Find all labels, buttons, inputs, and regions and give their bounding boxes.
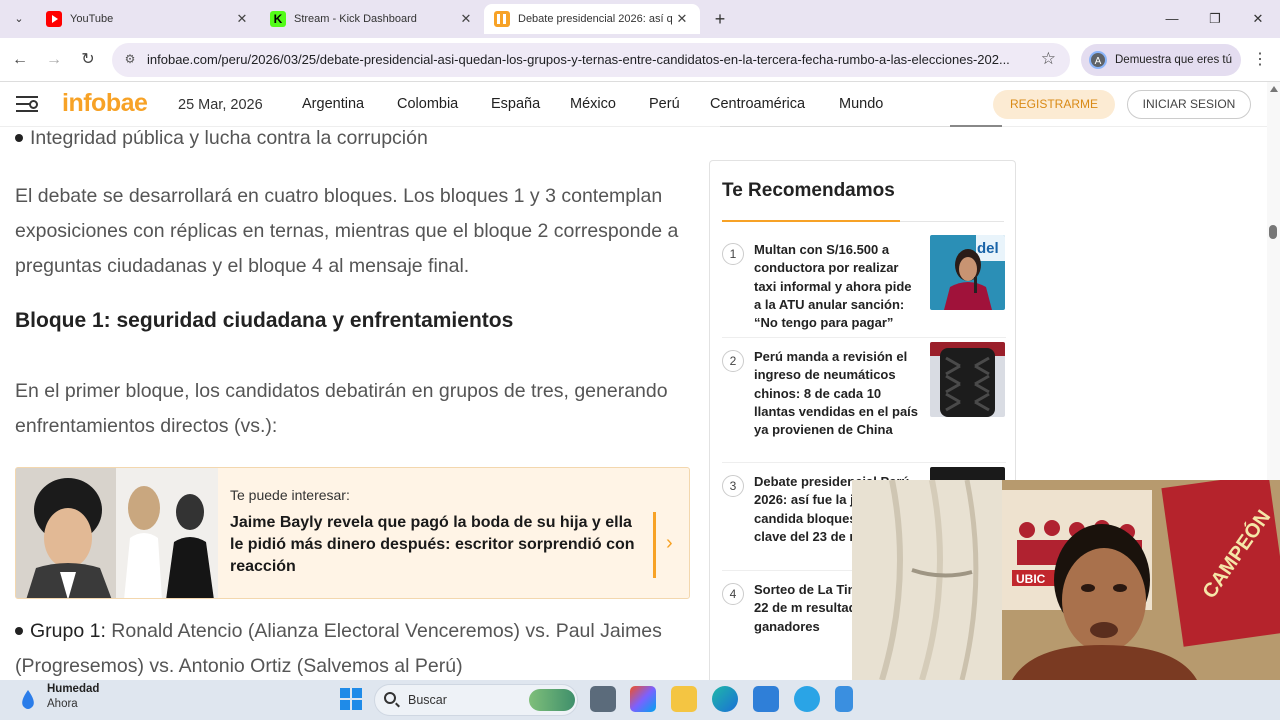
tab-title: Stream - Kick Dashboard: [294, 13, 417, 25]
task-view-icon[interactable]: [590, 686, 616, 712]
close-window-icon[interactable]: ✕: [1238, 6, 1278, 32]
profile-chip[interactable]: A Demuestra que eres tú: [1081, 44, 1241, 76]
tab-kick-dashboard[interactable]: K Stream - Kick Dashboard ✕: [260, 4, 484, 34]
rank-badge: 2: [722, 350, 744, 372]
related-kicker: Te puede interesar:: [230, 487, 350, 503]
related-article-image: [16, 468, 218, 598]
taskbar-search-label: Buscar: [408, 693, 447, 707]
store-icon[interactable]: [753, 686, 779, 712]
recommended-title[interactable]: Perú manda a revisión el ingreso de neum…: [754, 348, 919, 439]
menu-search-icon[interactable]: [16, 94, 40, 114]
minimize-icon[interactable]: —: [1152, 6, 1192, 32]
bullet-dot: [15, 134, 23, 142]
scrollbar-thumb[interactable]: [1269, 225, 1277, 239]
header-date: 25 Mar, 2026: [178, 97, 263, 113]
tab-title: YouTube: [70, 13, 114, 25]
tab-youtube[interactable]: YouTube ✕: [36, 4, 260, 34]
grupo-1-label: Grupo 1:: [30, 620, 106, 642]
infobae-logo[interactable]: infobae: [62, 89, 148, 118]
nav-centroamerica[interactable]: Centroamérica: [710, 96, 805, 112]
recommended-title[interactable]: Multan con S/16.500 a conductora por rea…: [754, 241, 919, 332]
weather-app-icon[interactable]: [794, 686, 820, 712]
grupo-1-item: Grupo 1: Ronald Atencio (Alianza Elector…: [15, 614, 695, 684]
sidebar-title: Te Recomendamos: [722, 180, 895, 201]
search-highlight-image: [529, 689, 575, 711]
nav-espana[interactable]: España: [491, 96, 540, 112]
article-paragraph: En el primer bloque, los candidatos deba…: [15, 380, 668, 437]
chevron-right-icon[interactable]: ›: [666, 532, 673, 555]
url-text[interactable]: infobae.com/peru/2026/03/25/debate-presi…: [147, 52, 1032, 67]
kick-favicon-icon: K: [270, 11, 286, 27]
nav-mexico[interactable]: México: [570, 96, 616, 112]
close-tab-icon[interactable]: ✕: [458, 11, 474, 27]
recommended-thumbnail[interactable]: [930, 342, 1005, 417]
site-info-icon[interactable]: ⚙: [122, 51, 138, 67]
nav-argentina[interactable]: Argentina: [302, 96, 364, 112]
file-explorer-icon[interactable]: [671, 686, 697, 712]
weather-subtitle[interactable]: Ahora: [47, 698, 78, 710]
tab-infobae-debate[interactable]: Debate presidencial 2026: así q ✕: [484, 4, 700, 34]
nav-peru[interactable]: Perú: [649, 96, 680, 112]
humidity-drop-icon[interactable]: [16, 688, 40, 712]
related-title[interactable]: Jaime Bayly revela que pagó la boda de s…: [230, 512, 640, 578]
profile-avatar-icon: A: [1089, 51, 1107, 69]
copilot-icon[interactable]: [630, 686, 656, 712]
article-paragraph: El debate se desarrollará en cuatro bloq…: [15, 185, 679, 277]
defender-icon[interactable]: [835, 686, 853, 712]
browser-tab-strip: ⌄ YouTube ✕ K Stream - Kick Dashboard ✕ …: [0, 0, 1280, 38]
address-bar[interactable]: ⚙ infobae.com/peru/2026/03/25/debate-pre…: [112, 43, 1070, 77]
bullet-integridad: Integridad pública y lucha contra la cor…: [30, 127, 428, 149]
rec-separator: [722, 337, 1006, 338]
thumb-overlay-text: del: [977, 240, 999, 257]
reload-icon[interactable]: ↻: [76, 48, 100, 72]
recommended-thumbnail[interactable]: del: [930, 235, 1005, 310]
related-accent-bar: [653, 512, 656, 578]
register-button[interactable]: REGISTRARME: [993, 90, 1115, 119]
bookmark-star-icon[interactable]: ☆: [1041, 49, 1056, 69]
forward-arrow-icon[interactable]: →: [42, 48, 66, 72]
browser-toolbar: ← → ↻ ⚙ infobae.com/peru/2026/03/25/deba…: [0, 38, 1280, 82]
scroll-up-arrow-icon[interactable]: [1270, 86, 1278, 92]
search-icon: [384, 692, 396, 704]
close-tab-icon[interactable]: ✕: [674, 11, 690, 27]
rec-separator: [722, 462, 1006, 463]
grupo-1-text: Ronald Atencio (Alianza Electoral Vencer…: [15, 620, 662, 677]
login-button[interactable]: INICIAR SESION: [1127, 90, 1251, 119]
restore-icon[interactable]: ❐: [1195, 6, 1235, 32]
browser-menu-icon[interactable]: ⋮: [1252, 48, 1268, 72]
rank-badge: 3: [722, 475, 744, 497]
rank-badge: 1: [722, 243, 744, 265]
edge-icon[interactable]: [712, 686, 738, 712]
weather-title[interactable]: Humedad: [47, 683, 99, 695]
back-arrow-icon[interactable]: ←: [8, 48, 32, 72]
webcam-overlay: UBIC CAMPEÓN: [852, 480, 1280, 680]
poster-banner-text: UBIC: [1016, 572, 1046, 586]
tab-search-chevron-icon[interactable]: ⌄: [8, 8, 30, 30]
close-tab-icon[interactable]: ✕: [234, 11, 250, 27]
taskbar-search[interactable]: Buscar: [374, 684, 578, 716]
section-heading: Bloque 1: seguridad ciudadana y enfrenta…: [15, 309, 514, 332]
rank-badge: 4: [722, 583, 744, 605]
windows-taskbar: Humedad Ahora Buscar: [0, 680, 1280, 720]
tab-title: Debate presidencial 2026: así q: [518, 13, 673, 25]
windows-start-icon[interactable]: [340, 688, 362, 710]
sidebar-title-underline: [722, 220, 900, 222]
sidebar-title-rule: [900, 221, 1004, 222]
youtube-favicon-icon: [46, 11, 62, 27]
related-article-card[interactable]: Te puede interesar: Jaime Bayly revela q…: [15, 467, 690, 599]
infobae-favicon-icon: [494, 11, 510, 27]
nav-mundo[interactable]: Mundo: [839, 96, 883, 112]
nav-colombia[interactable]: Colombia: [397, 96, 458, 112]
sidebar-top-divider-accent: [950, 125, 1002, 127]
profile-chip-label: Demuestra que eres tú: [1115, 54, 1232, 66]
new-tab-plus-icon[interactable]: +: [709, 8, 731, 30]
